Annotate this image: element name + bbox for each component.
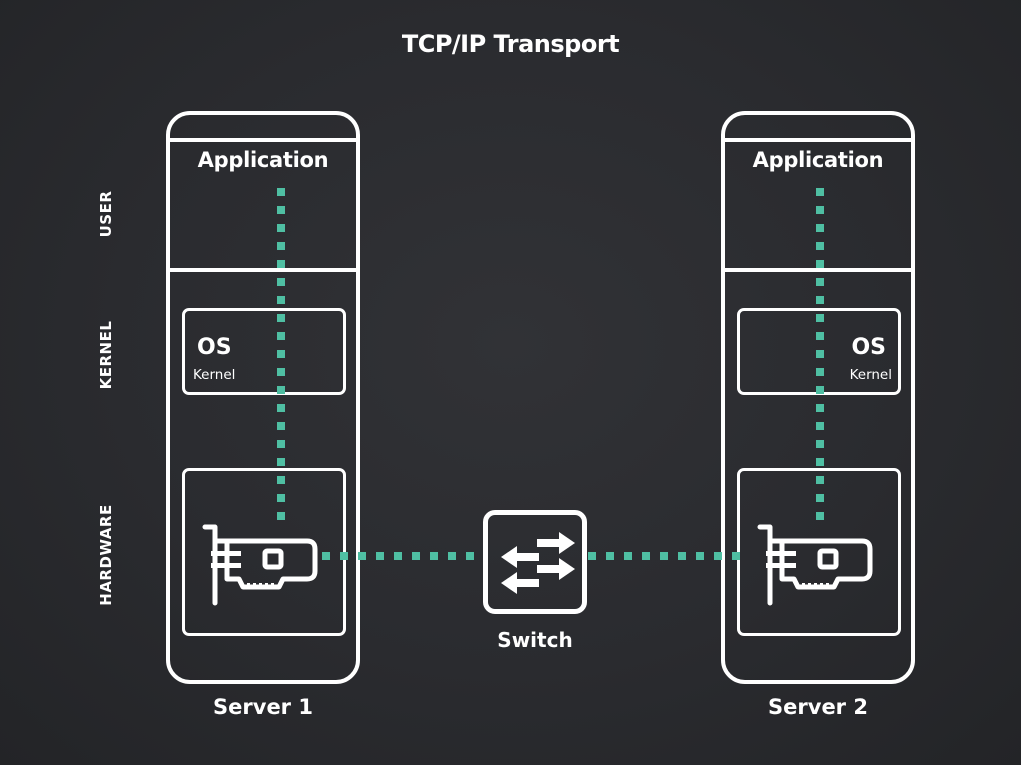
data-path [277,188,824,560]
